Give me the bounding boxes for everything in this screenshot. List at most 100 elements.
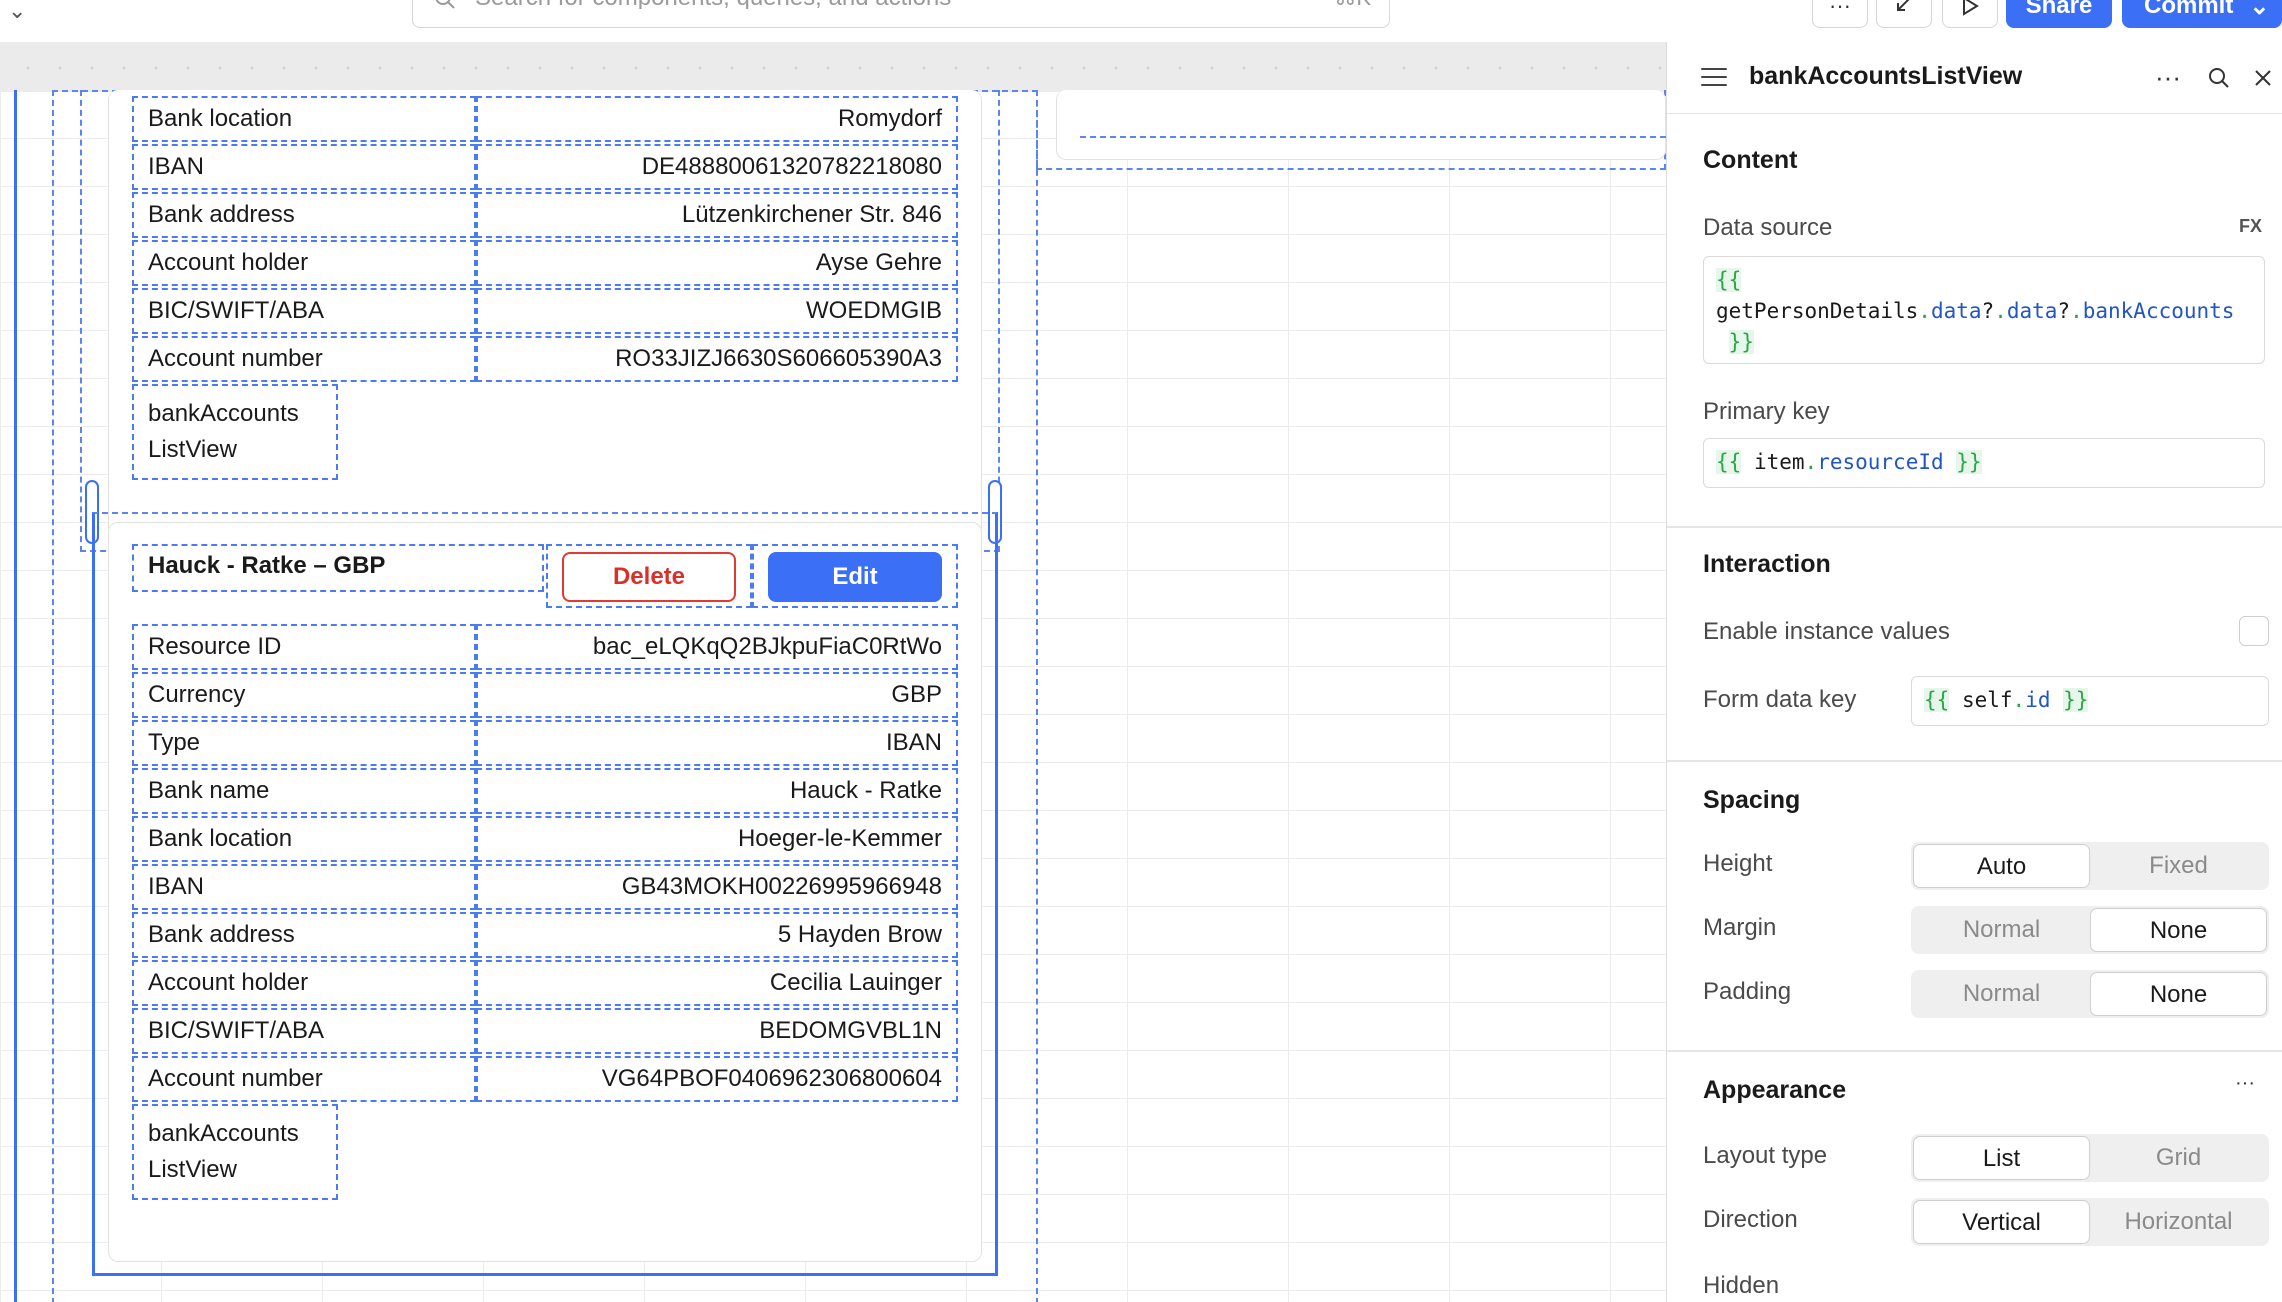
direction-option-vertical[interactable]: Vertical <box>1913 1200 2090 1244</box>
row-value: GB43MOKH00226995966948 <box>476 864 958 910</box>
form-data-key-input[interactable]: {{ self.id }} <box>1911 676 2269 726</box>
more-button[interactable]: ··· <box>1812 0 1868 28</box>
data-source-label: Data source <box>1703 214 1833 241</box>
commit-button[interactable]: Commit ⌄ <box>2122 0 2282 28</box>
row-value: VG64PBOF0406962306800604 <box>476 1056 958 1102</box>
margin-option-normal[interactable]: Normal <box>1913 908 2090 952</box>
share-button[interactable]: Share <box>2006 0 2112 28</box>
layout-type-segmented-control: List Grid <box>1911 1134 2269 1182</box>
table-row: Bank location Romydorf <box>132 96 958 142</box>
fx-toggle[interactable]: FX <box>2239 216 2262 237</box>
search-box[interactable]: ⌘K <box>412 0 1390 28</box>
code-prop: resourceId <box>1817 450 1944 474</box>
search-icon <box>435 0 455 9</box>
collapse-arrow-icon <box>1897 0 1910 11</box>
primary-key-label: Primary key <box>1703 398 1830 425</box>
code-brace-open: {{ <box>1716 450 1742 474</box>
margin-segmented-control: Normal None <box>1911 906 2269 954</box>
row-value: Romydorf <box>476 96 958 142</box>
row-label: BIC/SWIFT/ABA <box>132 288 476 334</box>
row-label: Type <box>132 720 476 766</box>
height-option-fixed[interactable]: Fixed <box>2090 844 2267 888</box>
listview-name-line-2: ListView <box>148 1156 237 1183</box>
code-prop: bankAccounts <box>2082 299 2235 323</box>
row-value: Cecilia Lauinger <box>476 960 958 1006</box>
menu-icon[interactable] <box>1701 68 1727 88</box>
delete-button[interactable]: Delete <box>562 552 736 602</box>
row-value: Lützenkirchener Str. 846 <box>476 192 958 238</box>
search-input[interactable] <box>475 0 1275 9</box>
row-label: IBAN <box>132 144 476 190</box>
code-object: getPersonDetails <box>1716 299 1919 323</box>
row-label: Account number <box>132 1056 476 1102</box>
row-value: WOEDMGIB <box>476 288 958 334</box>
preview-button[interactable] <box>1942 0 1998 28</box>
editor-canvas[interactable]: Bank location Romydorf IBAN DE488800613207… <box>0 42 1666 1302</box>
padding-segmented-control: Normal None <box>1911 970 2269 1018</box>
section-title-spacing: Spacing <box>1703 786 1801 814</box>
padding-label: Padding <box>1703 978 1792 1005</box>
direction-option-horizontal[interactable]: Horizontal <box>2090 1200 2267 1244</box>
table-row: Account holder Cecilia Lauinger <box>132 960 958 1006</box>
enable-instance-label: Enable instance values <box>1703 618 1950 645</box>
code-brace-open: {{ <box>1716 268 1742 292</box>
padding-option-none[interactable]: None <box>2090 972 2267 1016</box>
row-label: Bank location <box>132 96 476 142</box>
layout-type-label: Layout type <box>1703 1142 1828 1169</box>
table-row: IBAN DE48880061320782218080 <box>132 144 958 190</box>
primary-key-input[interactable]: {{ item.resourceId }} <box>1703 438 2265 488</box>
more-label: ··· <box>1829 0 1851 18</box>
divider <box>1667 760 2282 762</box>
direction-label: Direction <box>1703 1206 1798 1233</box>
layout-option-list[interactable]: List <box>1913 1136 2090 1180</box>
table-row: BIC/SWIFT/ABA BEDOMGVBL1N <box>132 1008 958 1054</box>
play-icon <box>1963 0 1979 16</box>
chevron-down-icon[interactable]: ⌄ <box>2249 0 2269 21</box>
section-title-interaction: Interaction <box>1703 550 1831 578</box>
row-label: Account holder <box>132 960 476 1006</box>
data-source-input[interactable]: {{ getPersonDetails.data?.data?.bankAcco… <box>1703 256 2265 364</box>
row-label: Resource ID <box>132 624 476 670</box>
row-label: Account holder <box>132 240 476 286</box>
chevron-down-icon[interactable]: ⌄ <box>8 0 26 24</box>
row-value: Hauck - Ratke <box>476 768 958 814</box>
code-brace-close: }} <box>2063 688 2089 712</box>
code-brace-close: }} <box>1728 330 1754 354</box>
row-label: Bank name <box>132 768 476 814</box>
height-segmented-control: Auto Fixed <box>1911 842 2269 890</box>
listview-name-line-1: bankAccounts <box>148 400 299 427</box>
margin-option-none[interactable]: None <box>2090 908 2267 952</box>
listview-name-line-1: bankAccounts <box>148 1120 299 1147</box>
code-brace-open: {{ <box>1924 688 1950 712</box>
search-icon[interactable] <box>2207 66 2231 90</box>
table-row: Resource ID bac_eLQKqQ2BJkpuFiaC0RtWo <box>132 624 958 670</box>
padding-option-normal[interactable]: Normal <box>1913 972 2090 1016</box>
layout-option-grid[interactable]: Grid <box>2090 1136 2267 1180</box>
shortcut-hint: ⌘K <box>1334 0 1371 11</box>
row-value: Hoeger-le-Kemmer <box>476 816 958 862</box>
height-option-auto[interactable]: Auto <box>1913 844 2090 888</box>
canvas-header-strip <box>0 42 1666 92</box>
appearance-more-icon[interactable]: ··· <box>2235 1072 2255 1095</box>
enable-instance-checkbox[interactable] <box>2239 616 2269 646</box>
hidden-label: Hidden <box>1703 1272 1780 1299</box>
card-title: Hauck - Ratke – GBP <box>132 544 544 592</box>
margin-label: Margin <box>1703 914 1777 941</box>
row-value: Ayse Gehre <box>476 240 958 286</box>
close-icon[interactable] <box>2253 68 2273 88</box>
row-label: Account number <box>132 336 476 382</box>
nested-listview-label[interactable]: bankAccounts ListView <box>132 1104 338 1200</box>
table-row: Type IBAN <box>132 720 958 766</box>
table-row: Bank address 5 Hayden Brow <box>132 912 958 958</box>
component-name[interactable]: bankAccountsListView <box>1749 62 2022 91</box>
section-title-appearance: Appearance <box>1703 1076 1847 1104</box>
collapse-button[interactable] <box>1876 0 1932 28</box>
more-options-icon[interactable]: ··· <box>2155 62 2181 93</box>
nested-listview-label[interactable]: bankAccounts ListView <box>132 384 338 480</box>
table-row: Bank location Hoeger-le-Kemmer <box>132 816 958 862</box>
inspector-panel: bankAccountsListView ··· Content Data so… <box>1666 42 2282 1302</box>
table-row: Currency GBP <box>132 672 958 718</box>
top-toolbar: ⌄ ⌘K ··· Share Commit ⌄ <box>0 0 2282 40</box>
edit-button[interactable]: Edit <box>768 552 942 602</box>
row-label: BIC/SWIFT/ABA <box>132 1008 476 1054</box>
